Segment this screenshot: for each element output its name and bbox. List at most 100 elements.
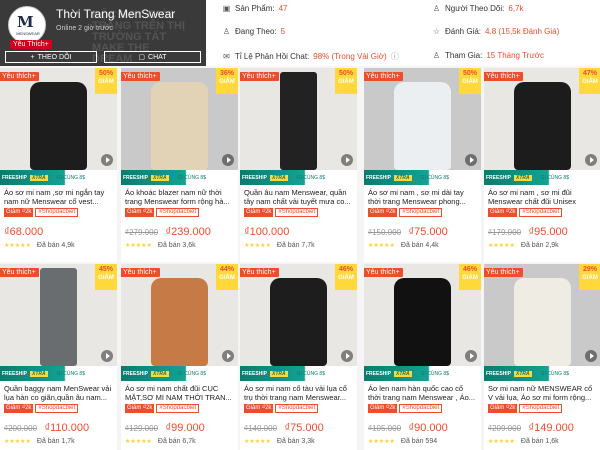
video-play-icon[interactable] xyxy=(101,350,113,362)
discount-tag: Giảm ₫2k xyxy=(125,208,155,217)
old-price: ₫129.000 xyxy=(125,424,159,433)
product-title[interactable]: Áo sơ mi nam chất đũi CỤC MẶT,SƠ MI NAM … xyxy=(125,384,234,402)
rating-stars-icon: ★★★★★ xyxy=(125,243,152,249)
gift-label: GI CÙNG 8$ xyxy=(540,174,569,181)
video-play-icon[interactable] xyxy=(585,350,597,362)
discount-label: GIẢM xyxy=(582,79,598,85)
product-card[interactable]: Yêu thích+ 50% GIẢM FREESHIP XTRA GI CÙN… xyxy=(364,68,481,262)
video-play-icon[interactable] xyxy=(222,154,234,166)
freeship-strip: FREESHIP XTRA GI CÙNG 8$ xyxy=(240,366,357,381)
video-play-icon[interactable] xyxy=(101,154,113,166)
product-tags: Giảm ₫2k #Shopdacbiet xyxy=(488,208,563,217)
product-title[interactable]: Áo len nam hàn quốc cao cổ thời trang na… xyxy=(368,384,477,402)
product-prices: ₫100.000 xyxy=(244,222,289,240)
product-image[interactable]: Yêu thích+ 50% GIẢM FREESHIP XTRA GI CÙN… xyxy=(240,68,357,185)
product-prices: ₫129.000 ₫99.000 xyxy=(125,418,205,436)
discount-tag: Giảm ₫2k xyxy=(4,404,34,413)
xtra-label: XTRA xyxy=(151,370,169,377)
sold-count: Đã bán 2,9k xyxy=(520,242,559,249)
product-title[interactable]: Áo khoác blazer nam nữ thời trang Menswe… xyxy=(125,188,234,206)
product-title[interactable]: Quần âu nam Menswear, quần tây nam chất … xyxy=(244,188,353,206)
old-price: ₫200.000 xyxy=(4,424,38,433)
video-play-icon[interactable] xyxy=(465,154,477,166)
video-play-icon[interactable] xyxy=(585,154,597,166)
product-title[interactable]: Áo sơ mi nam ,sơ mi ngắn tay nam nữ Mens… xyxy=(4,188,113,206)
info-icon[interactable]: ⓘ xyxy=(391,51,399,62)
product-card[interactable]: Yêu thích+ 50% GIẢM FREESHIP XTRA GI CÙN… xyxy=(0,68,117,262)
xtra-label: XTRA xyxy=(30,370,48,377)
product-image[interactable]: Yêu thích+ 50% GIẢM FREESHIP XTRA GI CÙN… xyxy=(364,68,481,185)
clothing-image xyxy=(40,268,77,366)
rating-stars-icon: ★★★★★ xyxy=(368,243,395,249)
product-image[interactable]: Yêu thích+ 44% GIẢM FREESHIP XTRA GI CÙN… xyxy=(121,264,238,381)
stat-following-label: Đang Theo: xyxy=(235,27,277,36)
discount-tag: Giảm ₫2k xyxy=(368,404,398,413)
shop-tag: #Shopdacbiet xyxy=(275,404,319,413)
follow-button[interactable]: + THEO DÕI xyxy=(5,51,97,63)
product-title[interactable]: Áo sơ mi nam , sơ mi dài tay thời trang … xyxy=(368,188,477,206)
product-rating: ★★★★★ Đã bán 4,4k xyxy=(368,242,439,249)
product-prices: ₫140.000 ₫75.000 xyxy=(244,418,324,436)
store-icon: ▣ xyxy=(222,4,231,13)
shop-avatar[interactable]: M MENSWEAR xyxy=(8,6,46,44)
avatar-monogram-icon: M xyxy=(17,13,34,31)
discount-tag: Giảm ₫2k xyxy=(488,208,518,217)
users-icon: ♙ xyxy=(432,4,441,13)
discount-percent: 45% xyxy=(98,266,113,273)
video-play-icon[interactable] xyxy=(341,154,353,166)
discount-percent: 50% xyxy=(462,70,477,77)
video-play-icon[interactable] xyxy=(465,350,477,362)
product-card[interactable]: Yêu thích+ 44% GIẢM FREESHIP XTRA GI CÙN… xyxy=(121,264,238,450)
plus-icon: + xyxy=(30,53,35,61)
product-card[interactable]: Yêu thích+ 46% GIẢM FREESHIP XTRA GI CÙN… xyxy=(240,264,357,450)
old-price: ₫150.000 xyxy=(368,228,402,237)
product-card[interactable]: Yêu thích+ 36% GIẢM FREESHIP XTRA GI CÙN… xyxy=(121,68,238,262)
product-image[interactable]: Yêu thích+ 46% GIẢM FREESHIP XTRA GI CÙN… xyxy=(364,264,481,381)
product-tags: Giảm ₫2k #Shopdacbiet xyxy=(368,208,443,217)
product-title[interactable]: Áo sơ mi nam cổ tàu vải lụa cổ trụ thời … xyxy=(244,384,353,402)
product-image[interactable]: Yêu thích+ 45% GIẢM FREESHIP XTRA GI CÙN… xyxy=(0,264,117,381)
stat-response-label: Tỉ Lệ Phản Hồi Chat: xyxy=(235,52,310,61)
gift-label: GI CÙNG 8$ xyxy=(420,370,449,377)
product-card[interactable]: Yêu thích+ 46% GIẢM FREESHIP XTRA GI CÙN… xyxy=(364,264,481,450)
product-card[interactable]: Yêu thích+ 47% GIẢM FREESHIP XTRA GI CÙN… xyxy=(484,68,600,262)
old-price: ₫105.000 xyxy=(368,424,402,433)
video-play-icon[interactable] xyxy=(341,350,353,362)
clothing-image xyxy=(151,278,208,366)
video-play-icon[interactable] xyxy=(222,350,234,362)
shop-name: Thời Trang MenSwear xyxy=(56,7,176,21)
product-card[interactable]: Yêu thích+ 45% GIẢM FREESHIP XTRA GI CÙN… xyxy=(0,264,117,450)
shop-header: ĐỘC MAY THỜI TRANG TRÊN THỊ TRƯỜNG TẤT M… xyxy=(0,0,600,66)
product-image[interactable]: Yêu thích+ 46% GIẢM FREESHIP XTRA GI CÙN… xyxy=(240,264,357,381)
freeship-label: FREESHIP xyxy=(242,174,268,181)
freeship-label: FREESHIP xyxy=(366,370,392,377)
product-card[interactable]: Yêu thích+ 29% GIẢM FREESHIP XTRA GI CÙN… xyxy=(484,264,600,450)
product-image[interactable]: Yêu thích+ 47% GIẢM FREESHIP XTRA GI CÙN… xyxy=(484,68,600,185)
product-image[interactable]: Yêu thích+ 29% GIẢM FREESHIP XTRA GI CÙN… xyxy=(484,264,600,381)
sold-count: Đã bán 6,7k xyxy=(157,438,196,445)
product-image[interactable]: Yêu thích+ 50% GIẢM FREESHIP XTRA GI CÙN… xyxy=(0,68,117,185)
current-price: ₫239.000 xyxy=(165,226,211,238)
shop-tag: #Shopdacbiet xyxy=(35,404,79,413)
stat-response-value: 98% (Trong Vài Giờ) xyxy=(313,52,387,61)
stat-products: ▣ Sản Phẩm: 47 xyxy=(222,4,288,13)
rating-stars-icon: ★★★★★ xyxy=(244,243,271,249)
current-price: ₫149.000 xyxy=(528,422,574,434)
favorite-badge: Yêu thích+ xyxy=(364,72,403,81)
product-title[interactable]: Áo sơ mi nam , sơ mi đũi Menswear chất đ… xyxy=(488,188,597,206)
product-title[interactable]: Quần baggy nam MenSwear vải lụa hàn co g… xyxy=(4,384,113,402)
gift-label: GI CÙNG 8$ xyxy=(177,370,206,377)
product-prices: ₫200.000 ₫110.000 xyxy=(4,418,89,436)
product-image[interactable]: Yêu thích+ 36% GIẢM FREESHIP XTRA GI CÙN… xyxy=(121,68,238,185)
product-rating: ★★★★★ Đã bán 2,9k xyxy=(488,242,559,249)
favorite-badge: Yêu thích+ xyxy=(240,268,279,277)
chat-icon: ▢ xyxy=(138,54,146,61)
stat-rating-label: Đánh Giá: xyxy=(445,27,482,36)
favorite-badge: Yêu thích+ xyxy=(121,268,160,277)
chat-button[interactable]: ▢ CHAT xyxy=(104,51,201,63)
rating-stars-icon: ★★★★★ xyxy=(244,439,271,445)
discount-percent: 46% xyxy=(462,266,477,273)
product-card[interactable]: Yêu thích+ 50% GIẢM FREESHIP XTRA GI CÙN… xyxy=(240,68,357,262)
product-title[interactable]: Sơ mi nam nữ MENSWEAR cổ V vải lụa, Áo s… xyxy=(488,384,597,402)
current-price: ₫95.000 xyxy=(528,226,568,238)
